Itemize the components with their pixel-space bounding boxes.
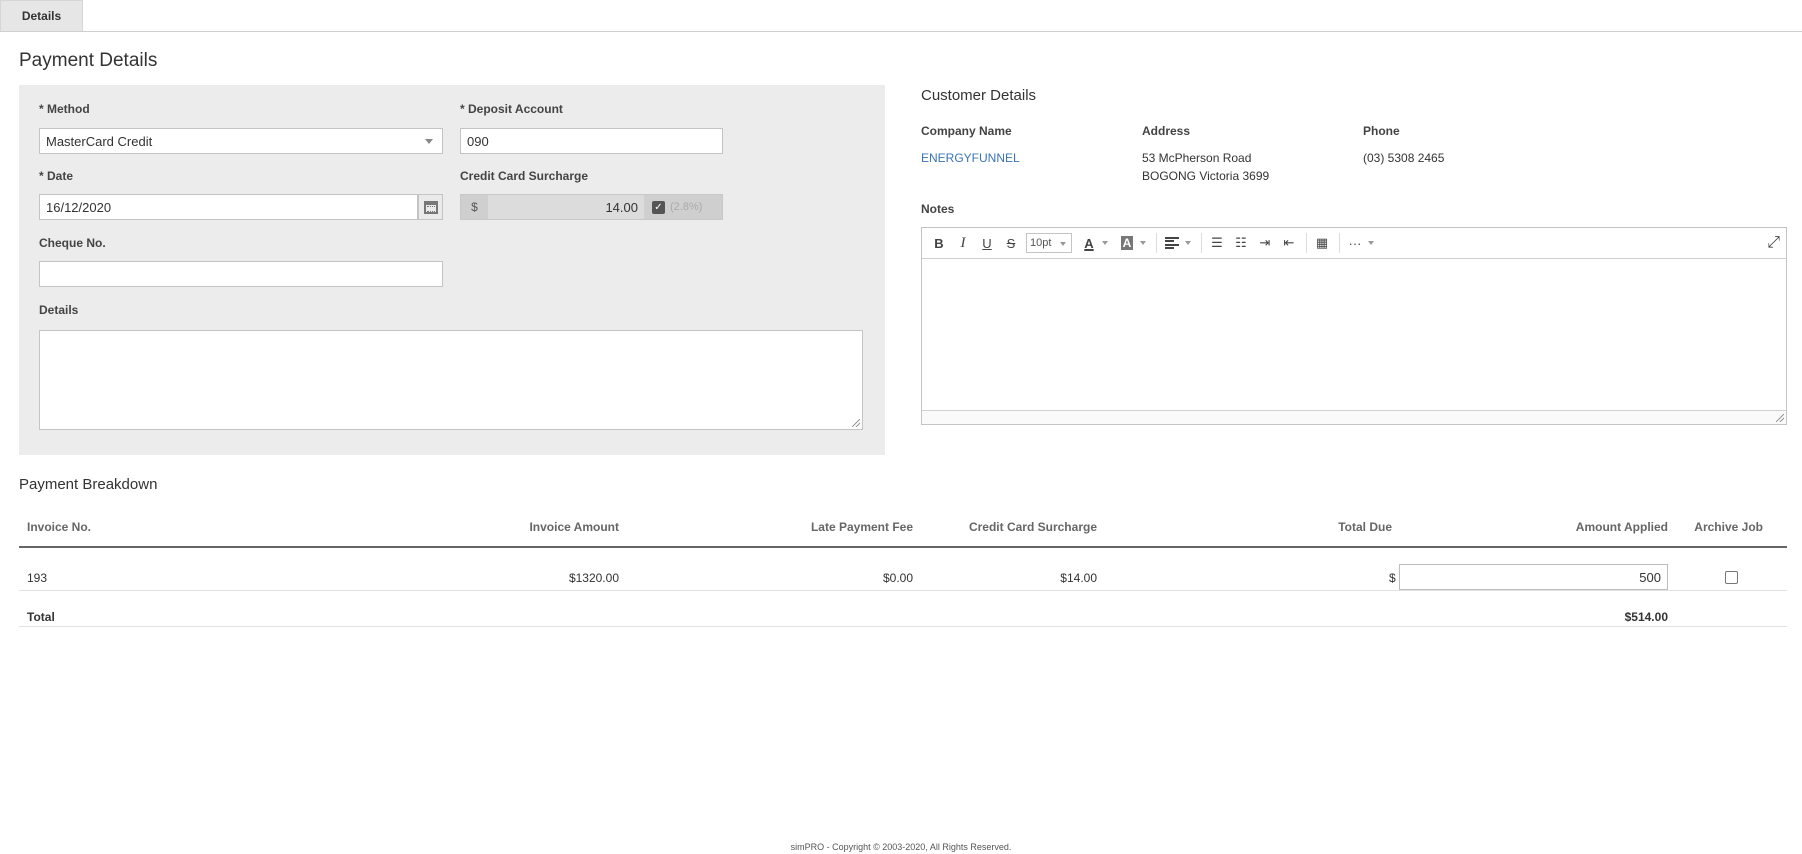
checkbox-checked-icon[interactable]: ✓ (652, 200, 665, 214)
bullet-list-icon[interactable]: ☰ (1206, 232, 1228, 254)
deposit-account-value: 090 (467, 133, 489, 149)
amount-applied-value: 500 (1639, 569, 1661, 585)
late-payment-fee: $0.00 (882, 571, 913, 585)
customer-details-title: Customer Details (921, 87, 1037, 104)
invoice-amount: $1320.00 (568, 571, 619, 585)
date-picker-button[interactable] (418, 194, 443, 220)
payment-breakdown-title: Payment Breakdown (19, 476, 158, 493)
notes-label: Notes (921, 202, 955, 216)
column-header: Invoice Amount (529, 520, 619, 534)
cheque-input[interactable] (39, 261, 443, 287)
company-name-header: Company Name (921, 124, 1012, 138)
method-label: * Method (39, 102, 90, 116)
details-label: Details (39, 303, 79, 317)
italic-icon[interactable]: I (952, 232, 974, 254)
amount-applied-input[interactable]: 500 (1399, 564, 1668, 590)
resize-handle-icon[interactable] (852, 419, 860, 427)
total-value: $514.00 (1624, 610, 1668, 624)
more-options-icon[interactable]: ··· (1344, 232, 1366, 254)
chevron-down-icon[interactable] (1140, 241, 1146, 245)
chevron-down-icon[interactable] (1102, 241, 1108, 245)
font-size-select[interactable]: 10pt (1026, 233, 1072, 253)
payment-form-panel: * Method MasterCard Credit * Deposit Acc… (19, 85, 885, 455)
column-header: Total Due (1338, 520, 1392, 534)
row-divider (19, 590, 1787, 591)
surcharge-toggle[interactable]: ✓ (2.8%) (644, 195, 722, 219)
column-header: Archive Job (1694, 520, 1763, 534)
strikethrough-icon[interactable]: S (1000, 232, 1022, 254)
surcharge-value: 14.00 (605, 199, 638, 215)
bold-icon[interactable]: B (928, 232, 950, 254)
details-textarea[interactable] (39, 330, 863, 430)
toolbar-divider (1156, 233, 1157, 253)
address-line-1: 53 McPherson Road (1142, 151, 1252, 165)
row-divider (19, 626, 1787, 627)
align-left-icon[interactable] (1161, 232, 1183, 254)
toolbar-divider (1339, 233, 1340, 253)
fullscreen-icon[interactable]: ⤢ (1767, 234, 1780, 252)
credit-card-surcharge: $14.00 (1060, 571, 1097, 585)
numbered-list-icon[interactable]: ☷ (1230, 232, 1252, 254)
background-color-icon[interactable]: A (1116, 232, 1138, 254)
chevron-down-icon (1060, 242, 1066, 246)
chevron-down-icon (425, 139, 433, 144)
archive-job-checkbox[interactable] (1725, 571, 1738, 584)
phone-header: Phone (1363, 124, 1400, 138)
column-header: Amount Applied (1575, 520, 1668, 534)
deposit-account-label: * Deposit Account (460, 102, 563, 116)
column-header: Late Payment Fee (810, 520, 913, 534)
toolbar-divider (1201, 233, 1202, 253)
editor-status-bar (922, 410, 1786, 424)
method-select[interactable]: MasterCard Credit (39, 128, 443, 154)
font-size-value: 10pt (1030, 237, 1052, 249)
editor-toolbar: B I U S 10pt A A ☰ ☷ ⇥ ⇤ ▦ ··· ⤢ (922, 228, 1786, 259)
outdent-icon[interactable]: ⇤ (1278, 232, 1300, 254)
surcharge-percent: (2.8%) (670, 201, 703, 213)
column-header: Credit Card Surcharge (968, 520, 1097, 534)
address-line-2: BOGONG Victoria 3699 (1142, 169, 1270, 183)
currency-symbol: $ (1389, 571, 1396, 585)
date-label: * Date (39, 169, 74, 183)
page-title: Payment Details (19, 50, 158, 71)
date-input[interactable]: 16/12/2020 (39, 194, 418, 220)
footer-copyright: simPRO - Copyright © 2003-2020, All Righ… (790, 842, 1012, 852)
surcharge-field: $ 14.00 ✓ (2.8%) (460, 194, 723, 220)
indent-icon[interactable]: ⇥ (1254, 232, 1276, 254)
underline-icon[interactable]: U (976, 232, 998, 254)
method-value: MasterCard Credit (46, 133, 153, 149)
phone-value: (03) 5308 2465 (1363, 151, 1445, 165)
chevron-down-icon[interactable] (1368, 241, 1374, 245)
cheque-label: Cheque No. (39, 236, 106, 250)
table-icon[interactable]: ▦ (1311, 232, 1333, 254)
notes-content[interactable] (928, 264, 1780, 406)
date-value: 16/12/2020 (46, 199, 112, 215)
chevron-down-icon[interactable] (1185, 241, 1191, 245)
surcharge-label: Credit Card Surcharge (460, 169, 589, 183)
total-label: Total (27, 610, 55, 624)
font-color-icon[interactable]: A (1078, 232, 1100, 254)
invoice-number-link[interactable]: 193 (27, 571, 47, 585)
company-name-link[interactable]: ENERGYFUNNEL (921, 151, 1020, 165)
deposit-account-input[interactable]: 090 (460, 128, 723, 154)
notes-editor[interactable]: B I U S 10pt A A ☰ ☷ ⇥ ⇤ ▦ ··· ⤢ (921, 227, 1787, 425)
resize-handle-icon[interactable] (1776, 414, 1784, 422)
header-divider (19, 546, 1787, 548)
tab-details[interactable]: Details (0, 0, 83, 31)
toolbar-divider (1306, 233, 1307, 253)
tab-bar: Details (0, 0, 1802, 32)
column-header: Invoice No. (27, 520, 92, 534)
surcharge-currency: $ (461, 195, 488, 219)
calendar-icon (423, 200, 438, 214)
address-header: Address (1142, 124, 1191, 138)
